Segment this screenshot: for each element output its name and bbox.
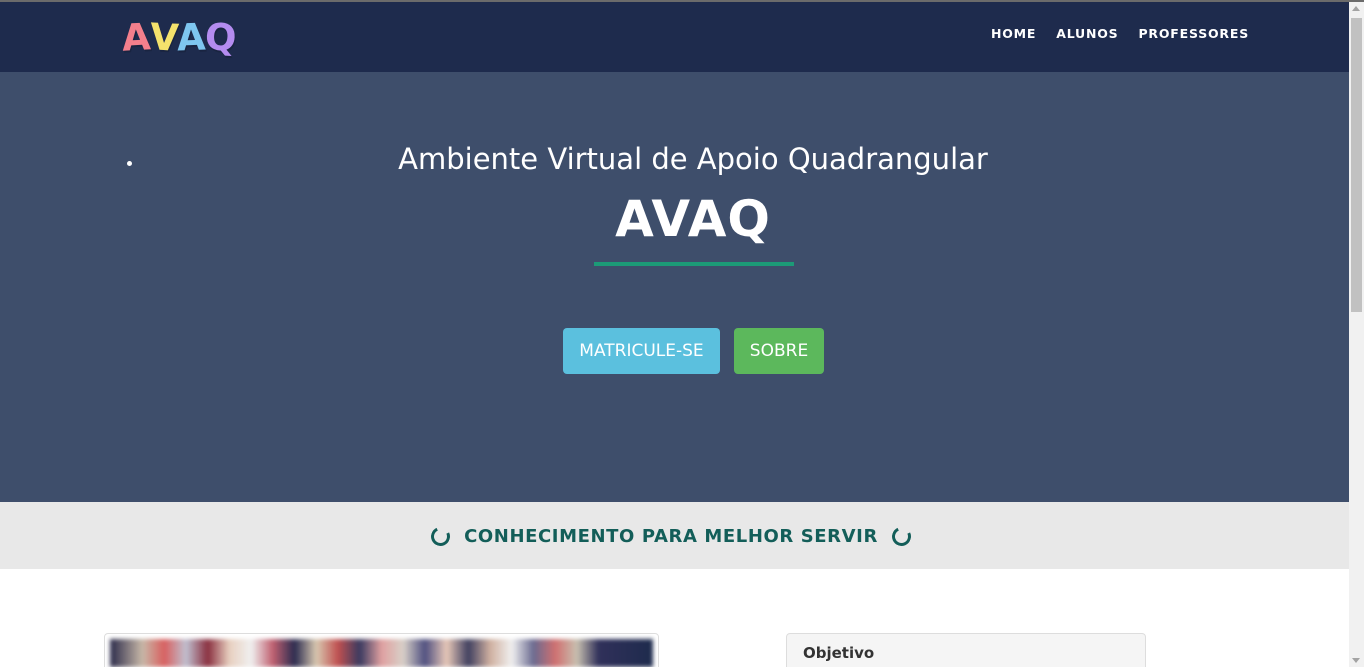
avaq-logo[interactable]: A V A Q bbox=[120, 15, 237, 60]
hero-section: Ambiente Virtual de Apoio Quadrangular A… bbox=[0, 72, 1349, 502]
spinner-icon bbox=[889, 524, 914, 549]
navbar: A V A Q HOME ALUNOS PROFESSORES bbox=[0, 2, 1349, 72]
logo-letter: A bbox=[120, 15, 151, 60]
featured-image-card bbox=[104, 633, 659, 667]
title-underline bbox=[594, 262, 794, 266]
featured-image bbox=[110, 639, 653, 667]
main-nav: HOME ALUNOS PROFESSORES bbox=[991, 26, 1249, 41]
scroll-down-arrow-icon[interactable] bbox=[1352, 658, 1360, 663]
nav-link-alunos[interactable]: ALUNOS bbox=[1056, 26, 1118, 41]
sobre-button[interactable]: SOBRE bbox=[734, 328, 824, 374]
slogan: CONHECIMENTO PARA MELHOR SERVIR bbox=[0, 524, 1342, 549]
spinner-icon bbox=[428, 524, 453, 549]
logo-letter: Q bbox=[203, 15, 237, 60]
hero-subtitle: Ambiente Virtual de Apoio Quadrangular bbox=[398, 142, 988, 176]
vertical-scrollbar[interactable] bbox=[1349, 2, 1364, 667]
nav-link-professores[interactable]: PROFESSORES bbox=[1138, 26, 1249, 41]
nav-link-home[interactable]: HOME bbox=[991, 26, 1036, 41]
hero-title: AVAQ bbox=[615, 190, 771, 248]
slogan-band: CONHECIMENTO PARA MELHOR SERVIR bbox=[0, 502, 1349, 569]
matricule-se-button[interactable]: MATRICULE-SE bbox=[563, 328, 720, 374]
scroll-up-arrow-icon[interactable] bbox=[1352, 6, 1360, 11]
objective-panel: Objetivo bbox=[786, 633, 1146, 667]
objective-title: Objetivo bbox=[803, 644, 875, 662]
content-section: Objetivo bbox=[0, 569, 1349, 667]
logo-letter: V bbox=[148, 15, 179, 60]
slogan-text: CONHECIMENTO PARA MELHOR SERVIR bbox=[464, 526, 878, 547]
scrollbar-thumb[interactable] bbox=[1351, 18, 1362, 312]
logo-letter: A bbox=[176, 15, 206, 60]
